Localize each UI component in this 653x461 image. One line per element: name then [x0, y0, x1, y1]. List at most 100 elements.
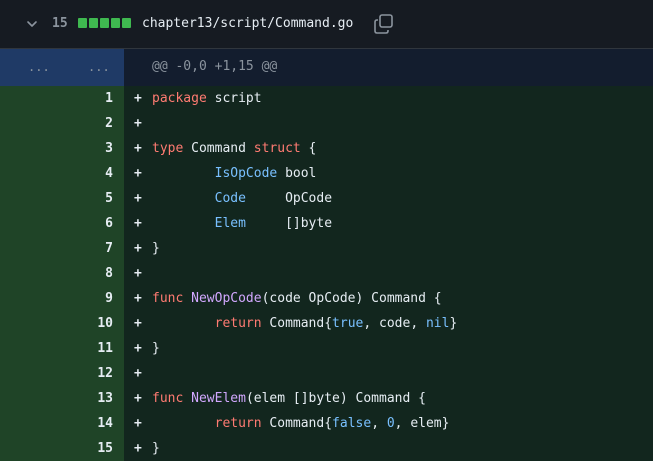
code-token: (elem []byte) Command { [245, 391, 426, 406]
code-token: Command{ [261, 416, 333, 431]
line-number[interactable]: 10 [0, 311, 124, 336]
added-marker: + [134, 366, 142, 381]
new-line-dots: ... [88, 60, 110, 74]
line-number[interactable]: 12 [0, 361, 124, 386]
file-path-link[interactable]: chapter13/script/Command.go [142, 15, 353, 33]
line-content: + [124, 261, 653, 286]
source-code: func NewOpCode(code OpCode) Command { [152, 286, 442, 311]
added-marker: + [134, 191, 142, 206]
diff-line: 4 + IsOpCode bool [0, 161, 653, 186]
line-content: + [124, 361, 653, 386]
code-token: Elem [214, 216, 246, 231]
line-number[interactable]: 8 [0, 261, 124, 286]
line-content: + type Command struct { [124, 136, 653, 161]
line-number[interactable]: 2 [0, 111, 124, 136]
source-code: } [152, 336, 160, 361]
code-token: bool [277, 166, 317, 181]
line-number[interactable]: 1 [0, 86, 124, 111]
diff-line: 9 + func NewOpCode(code OpCode) Command { [0, 286, 653, 311]
added-marker: + [134, 441, 142, 456]
code-token: , elem} [394, 416, 450, 431]
diff-lines: 1 + package script 2 +3 + type Command struct … [0, 86, 653, 461]
code-token: Code [214, 191, 246, 206]
code-token: } [152, 341, 160, 356]
code-token: []byte [245, 216, 333, 231]
source-code: Code OpCode [152, 186, 332, 211]
code-token: package [152, 91, 207, 106]
hunk-header: @@ -0,0 +1,15 @@ [152, 59, 278, 74]
diff-line: 1 + package script [0, 86, 653, 111]
source-code: } [152, 236, 160, 261]
line-number[interactable]: 3 [0, 136, 124, 161]
line-content: + return Command{true, code, nil} [124, 311, 653, 336]
line-number[interactable]: 15 [0, 436, 124, 461]
diff-line: 13 + func NewElem(elem []byte) Command { [0, 386, 653, 411]
source-code: type Command struct { [152, 136, 316, 161]
added-marker: + [134, 116, 142, 131]
added-marker: + [134, 341, 142, 356]
source-code: Elem []byte [152, 211, 332, 236]
diff-line: 12 + [0, 361, 653, 386]
diffstat-added-block [78, 18, 87, 28]
added-marker: + [134, 391, 142, 406]
hunk-gutter[interactable]: ... ... [0, 49, 124, 86]
line-content: + Code OpCode [124, 186, 653, 211]
added-marker: + [134, 416, 142, 431]
diff-line: 6 + Elem []byte [0, 211, 653, 236]
code-token: , [371, 416, 387, 431]
line-number[interactable]: 4 [0, 161, 124, 186]
diff-line: 3 + type Command struct { [0, 136, 653, 161]
code-token: return [214, 416, 262, 431]
line-number[interactable]: 11 [0, 336, 124, 361]
added-marker: + [134, 241, 142, 256]
code-token: } [152, 441, 160, 456]
chevron-down-icon[interactable] [24, 16, 40, 32]
code-token: false [332, 416, 372, 431]
line-content: + package script [124, 86, 653, 111]
line-content: + IsOpCode bool [124, 161, 653, 186]
code-token: NewElem [191, 391, 246, 406]
diff-line: 15 +} [0, 436, 653, 461]
code-token: type [152, 141, 184, 156]
diffstat-added-block [100, 18, 109, 28]
line-content: +} [124, 436, 653, 461]
line-content: +} [124, 236, 653, 261]
code-token: } [152, 241, 160, 256]
line-content: + return Command{false, 0, elem} [124, 411, 653, 436]
diffstat [78, 18, 131, 28]
line-number[interactable]: 7 [0, 236, 124, 261]
line-number[interactable]: 9 [0, 286, 124, 311]
source-code: IsOpCode bool [152, 161, 317, 186]
diffstat-added-block [122, 18, 131, 28]
code-token: { [300, 141, 317, 156]
line-number[interactable]: 14 [0, 411, 124, 436]
diff-line: 14 + return Command{false, 0, elem} [0, 411, 653, 436]
source-code: func NewElem(elem []byte) Command { [152, 386, 426, 411]
code-token: func [152, 391, 184, 406]
copy-icon[interactable] [373, 13, 395, 35]
diffstat-added-block [89, 18, 98, 28]
file-header: 15 chapter13/script/Command.go [0, 0, 653, 49]
code-token: script [206, 91, 262, 106]
source-code: return Command{false, 0, elem} [152, 411, 450, 436]
code-token: (code OpCode) Command { [261, 291, 442, 306]
source-code: package script [152, 86, 262, 111]
line-content: + [124, 111, 653, 136]
line-number[interactable]: 5 [0, 186, 124, 211]
code-token: Command [183, 141, 254, 156]
line-content: + Elem []byte [124, 211, 653, 236]
line-content: +} [124, 336, 653, 361]
added-marker: + [134, 166, 142, 181]
old-line-dots: ... [28, 60, 50, 74]
line-number[interactable]: 13 [0, 386, 124, 411]
line-number[interactable]: 6 [0, 211, 124, 236]
added-marker: + [134, 141, 142, 156]
added-marker: + [134, 266, 142, 281]
